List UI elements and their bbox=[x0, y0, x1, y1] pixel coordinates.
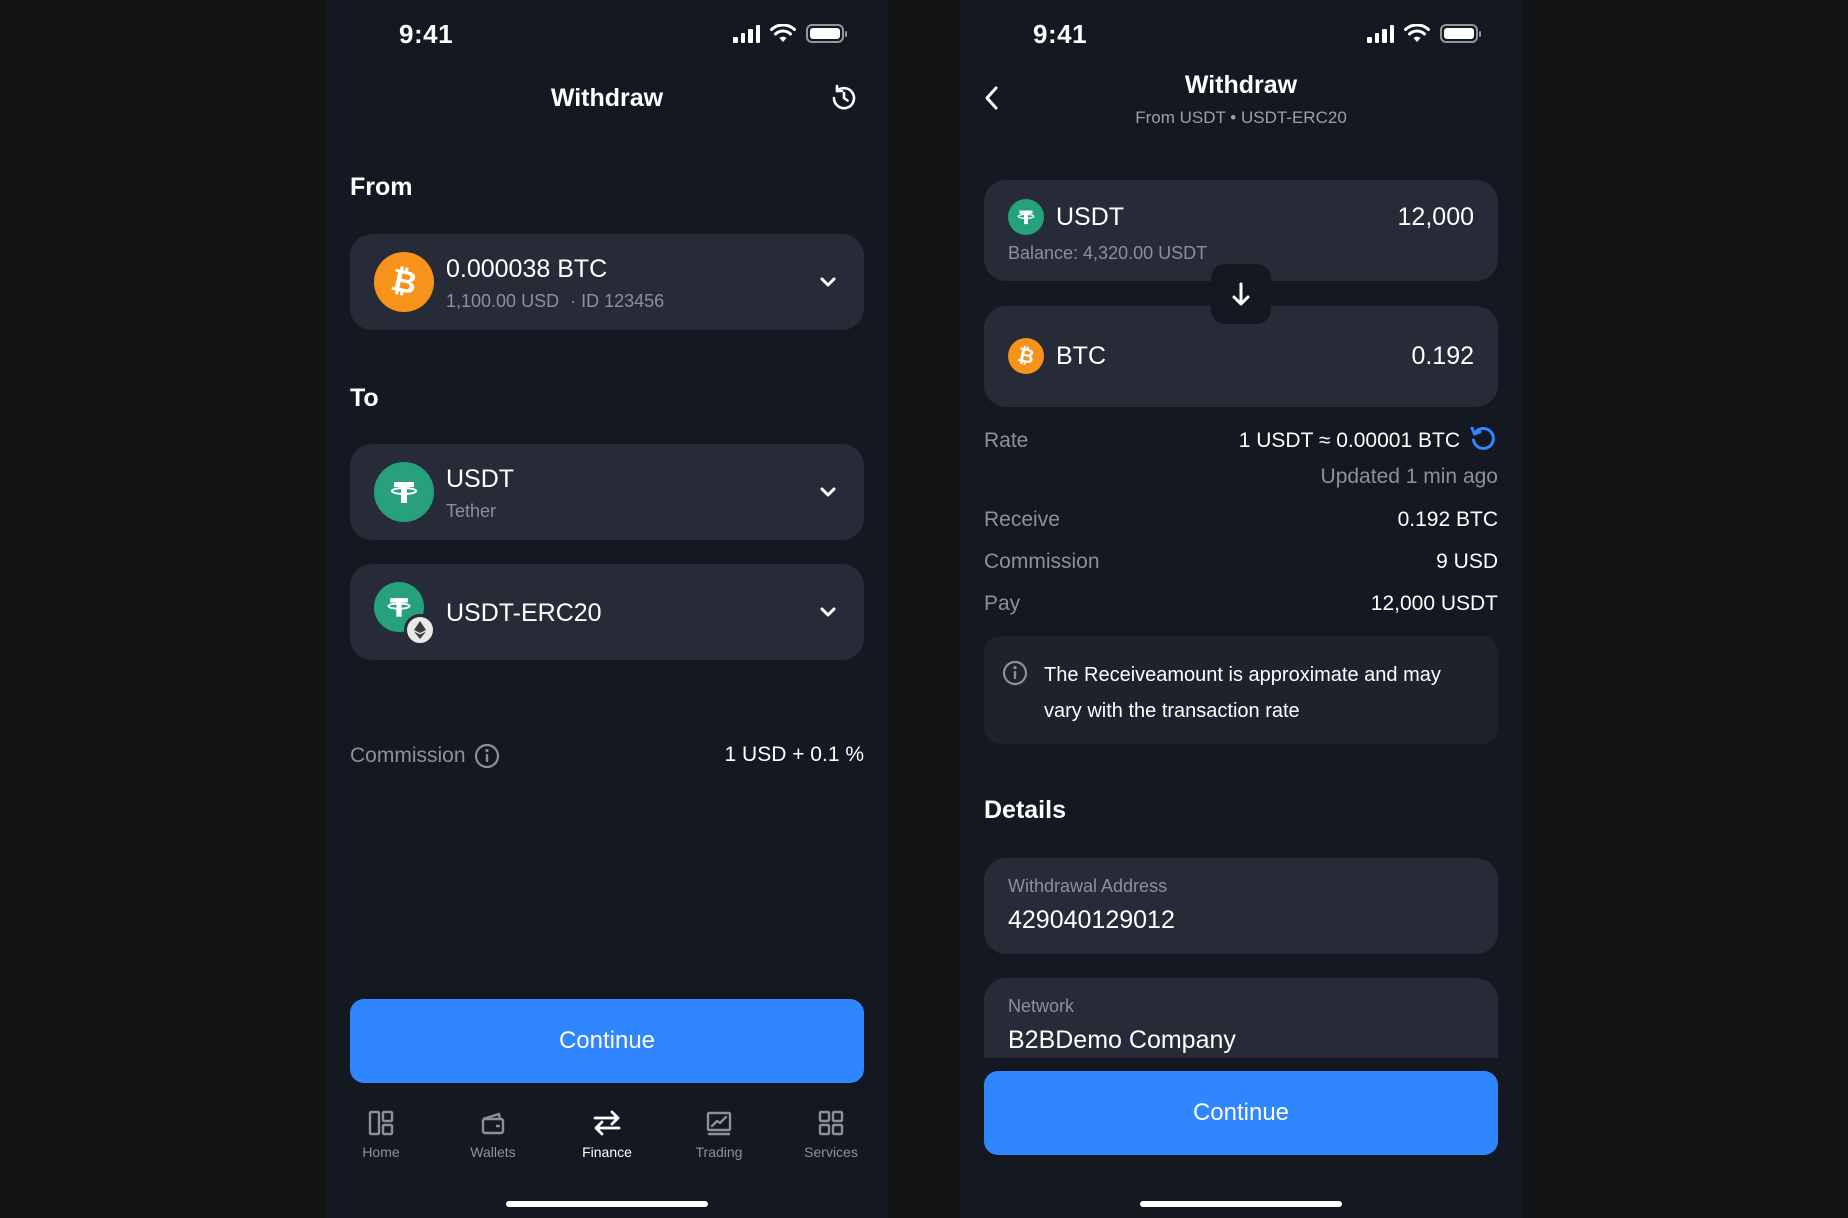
continue-button[interactable]: Continue bbox=[350, 999, 864, 1083]
to-network-name: USDT-ERC20 bbox=[446, 599, 602, 627]
field-label: Withdrawal Address bbox=[1008, 876, 1168, 896]
cellular-signal-icon bbox=[733, 24, 760, 43]
network-value[interactable]: B2BDemo Company bbox=[1008, 1026, 1236, 1055]
tab-label: Wallets bbox=[470, 1144, 516, 1160]
page-title: Withdraw bbox=[1184, 71, 1298, 99]
status-time: 9:41 bbox=[1033, 19, 1088, 49]
rate-updated: Updated 1 min ago bbox=[1320, 465, 1498, 488]
withdraw-screen-right: 9:41 Withdraw From USDT • USDT-ERC20 USD… bbox=[960, 0, 1522, 1218]
page-title: Withdraw bbox=[550, 84, 664, 112]
rate-label: Rate bbox=[984, 429, 1029, 452]
receive-value: 0.192 BTC bbox=[1397, 508, 1498, 531]
bitcoin-icon: ₿ bbox=[1008, 338, 1044, 374]
chevron-down-icon bbox=[816, 600, 840, 624]
to-amount-input[interactable]: 0.192 bbox=[1411, 342, 1474, 371]
from-amount-input[interactable]: 12,000 bbox=[1398, 203, 1474, 232]
commission-label: Commission bbox=[350, 744, 466, 767]
from-section-title: From bbox=[350, 173, 413, 201]
battery-icon bbox=[806, 24, 847, 43]
bottom-tab-bar: Home Wallets Finance Trading Services bbox=[326, 1105, 888, 1175]
wifi-icon bbox=[770, 24, 796, 42]
ethereum-icon bbox=[404, 614, 436, 646]
field-label: Network bbox=[1008, 996, 1075, 1016]
battery-icon bbox=[1440, 24, 1481, 43]
status-time: 9:41 bbox=[399, 19, 454, 49]
home-indicator bbox=[1140, 1201, 1342, 1207]
details-section-title: Details bbox=[984, 796, 1066, 824]
from-balance: Balance: 4,320.00 USDT bbox=[1008, 243, 1208, 263]
withdrawal-address-value[interactable]: 429040129012 bbox=[1008, 906, 1175, 935]
to-section-title: To bbox=[350, 384, 379, 412]
pay-value: 12,000 USDT bbox=[1370, 592, 1498, 615]
tether-icon bbox=[1008, 199, 1044, 235]
history-icon bbox=[832, 84, 856, 110]
to-asset-name: USDT bbox=[446, 465, 515, 493]
commission-row-label: Commission bbox=[350, 743, 500, 769]
bitcoin-icon: ₿ bbox=[374, 252, 434, 312]
svg-text:₿: ₿ bbox=[388, 265, 420, 299]
notice-line: The Receiveamount is approximate and may bbox=[1044, 664, 1441, 686]
tab-services[interactable]: Services bbox=[781, 1105, 881, 1160]
status-icons bbox=[1367, 24, 1481, 43]
chevron-down-icon bbox=[816, 480, 840, 504]
to-asset-symbol: BTC bbox=[1056, 342, 1106, 370]
chart-icon bbox=[706, 1111, 732, 1136]
withdraw-screen-left: 9:41 Withdraw From ₿ 0.000038 BTC 1,100.… bbox=[326, 0, 888, 1218]
transfer-arrows-icon bbox=[593, 1110, 621, 1136]
from-subtitle: 1,100.00 USD · ID 123456 bbox=[446, 291, 664, 312]
refresh-icon bbox=[1470, 426, 1495, 450]
commission-value: 9 USD bbox=[1436, 550, 1498, 573]
from-amount: 0.000038 BTC bbox=[446, 255, 608, 283]
history-button[interactable] bbox=[824, 78, 864, 118]
chevron-down-icon bbox=[816, 270, 840, 294]
rate-value: 1 USDT ≈ 0.00001 BTC bbox=[1238, 429, 1460, 452]
page-subtitle: From USDT • USDT-ERC20 bbox=[1135, 108, 1347, 127]
continue-button[interactable]: Continue bbox=[984, 1071, 1498, 1155]
commission-value: 1 USD + 0.1 % bbox=[724, 743, 864, 766]
tab-label: Services bbox=[804, 1144, 858, 1160]
swap-button[interactable] bbox=[1211, 264, 1271, 324]
wifi-icon bbox=[1404, 24, 1430, 42]
cellular-signal-icon bbox=[1367, 24, 1394, 43]
from-asset-symbol: USDT bbox=[1056, 203, 1125, 231]
tab-wallets[interactable]: Wallets bbox=[443, 1105, 543, 1160]
from-account-selector[interactable]: ₿ 0.000038 BTC 1,100.00 USD · ID 123456 bbox=[350, 234, 864, 330]
home-indicator bbox=[506, 1201, 708, 1207]
rate-notice: The Receiveamount is approximate and may… bbox=[984, 636, 1498, 744]
to-network-selector[interactable]: USDT-ERC20 bbox=[350, 564, 864, 660]
tab-home[interactable]: Home bbox=[331, 1105, 431, 1160]
receive-label: Receive bbox=[984, 508, 1060, 531]
status-bar: 9:41 bbox=[326, 0, 888, 70]
tab-label: Finance bbox=[582, 1144, 632, 1160]
from-fiat-value: 1,100.00 USD bbox=[446, 291, 560, 311]
wallet-icon bbox=[481, 1112, 505, 1135]
notice-text: The Receiveamount is approximate and may… bbox=[1044, 657, 1441, 729]
tab-label: Home bbox=[362, 1144, 400, 1160]
dashboard-icon bbox=[368, 1110, 394, 1136]
grid-icon bbox=[818, 1110, 844, 1136]
to-asset-selector[interactable]: USDT Tether bbox=[350, 444, 864, 540]
tether-icon bbox=[374, 462, 434, 522]
svg-text:₿: ₿ bbox=[1016, 345, 1037, 367]
from-account-id: · ID 123456 bbox=[570, 291, 665, 311]
tab-label: Trading bbox=[695, 1144, 743, 1160]
pay-label: Pay bbox=[984, 592, 1021, 615]
arrow-down-icon bbox=[1232, 282, 1250, 306]
info-icon[interactable] bbox=[474, 743, 500, 769]
tab-trading[interactable]: Trading bbox=[669, 1105, 769, 1160]
tab-finance[interactable]: Finance bbox=[557, 1105, 657, 1160]
withdrawal-address-field[interactable]: Withdrawal Address 429040129012 bbox=[984, 858, 1498, 954]
status-icons bbox=[733, 24, 847, 43]
refresh-rate-button[interactable] bbox=[1466, 421, 1500, 455]
to-asset-subtitle: Tether bbox=[446, 501, 497, 521]
info-icon bbox=[1002, 660, 1028, 686]
status-bar: 9:41 bbox=[960, 0, 1522, 70]
commission-label: Commission bbox=[984, 550, 1100, 573]
notice-line: vary with the transaction rate bbox=[1044, 700, 1300, 722]
network-field[interactable]: Network B2BDemo Company bbox=[984, 978, 1498, 1058]
